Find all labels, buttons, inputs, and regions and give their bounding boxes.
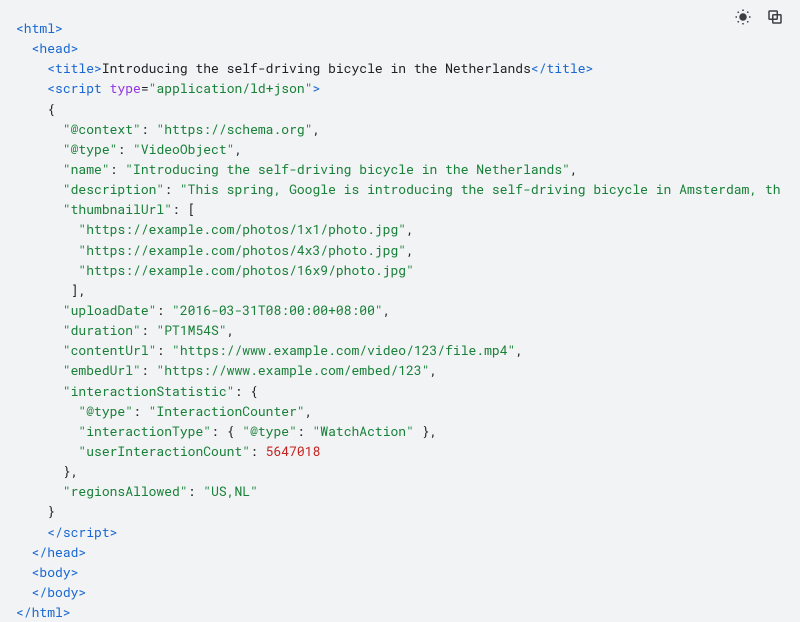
copy-icon[interactable] (766, 8, 784, 26)
ld-contentUrl: https://www.example.com/video/123/file.m… (180, 341, 508, 359)
ld-regions: US,NL (211, 482, 250, 500)
ld-context: https://schema.org (164, 120, 304, 138)
title-text: Introducing the self-driving bicycle in … (102, 59, 531, 77)
ld-embedUrl: https://www.example.com/embed/123 (164, 361, 421, 379)
theme-toggle-icon[interactable] (734, 8, 752, 26)
ld-name: Introducing the self-driving bicycle in … (133, 160, 562, 178)
user-interaction-count: 5647018 (266, 442, 321, 460)
code-block: <html> <head> <title>Introducing the sel… (16, 18, 784, 622)
ld-duration: PT1M54S (164, 321, 219, 339)
thumb-1: https://example.com/photos/4x3/photo.jpg (86, 241, 398, 259)
ld-uploadDate: 2016-03-31T08:00:00+08:00 (180, 301, 375, 319)
ld-type: VideoObject (141, 140, 227, 158)
thumb-2: https://example.com/photos/16x9/photo.jp… (86, 261, 406, 279)
script-type: application/ld+json (156, 79, 304, 97)
code-toolbar (734, 8, 784, 26)
is-type: InteractionCounter (156, 402, 296, 420)
ld-description: This spring, Google is introducing the s… (188, 180, 781, 198)
thumb-0: https://example.com/photos/1x1/photo.jpg (86, 220, 398, 238)
it-type: WatchAction (320, 422, 406, 440)
